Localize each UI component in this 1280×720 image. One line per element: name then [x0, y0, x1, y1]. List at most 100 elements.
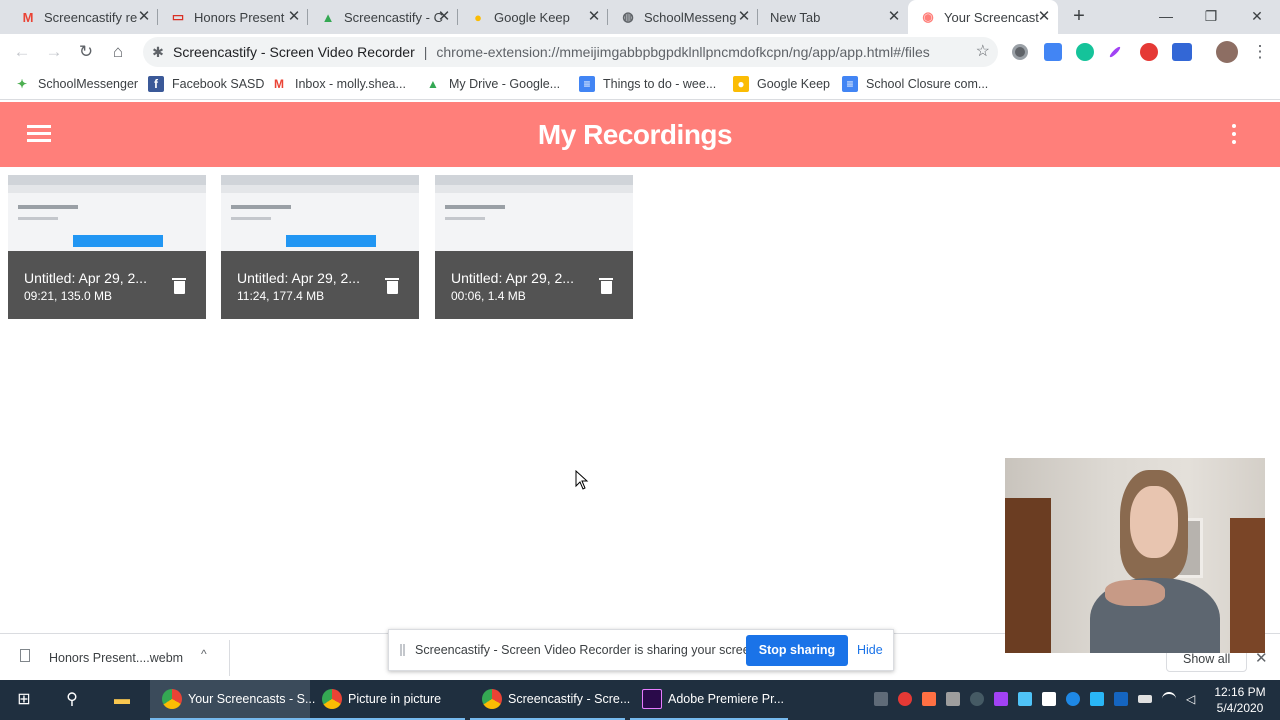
gmail-icon: M: [22, 9, 34, 25]
tray-app-icon[interactable]: [1090, 692, 1104, 706]
trash-icon[interactable]: [599, 278, 613, 294]
screencastify-ext-icon[interactable]: [1140, 43, 1158, 61]
windows-start-icon[interactable]: ⊞: [12, 688, 36, 712]
download-filename[interactable]: Honors Present....webm: [49, 651, 183, 665]
screencastify-tray-icon[interactable]: [898, 692, 912, 706]
browser-toolbar: ← → ↻ ⌂ ✱ Screencastify - Screen Video R…: [0, 34, 1280, 70]
timer-extension-icon[interactable]: [1172, 43, 1192, 61]
more-options-icon[interactable]: [1232, 124, 1238, 148]
taskbar-app-premiere[interactable]: Adobe Premiere Pr...: [630, 680, 788, 720]
recording-title: Untitled: Apr 29, 2...: [237, 270, 360, 286]
tab-new-tab[interactable]: New Tab ✕: [758, 0, 908, 34]
shield-icon[interactable]: [1018, 692, 1032, 706]
recording-card[interactable]: Untitled: Apr 29, 2... 00:06, 1.4 MB: [435, 175, 633, 319]
close-tab-icon[interactable]: ✕: [736, 9, 752, 25]
close-tab-icon[interactable]: ✕: [136, 9, 152, 25]
close-tab-icon[interactable]: ✕: [886, 9, 902, 25]
battery-icon[interactable]: [1138, 695, 1152, 703]
taskbar-app-screencastify[interactable]: Screencastify - Scre...: [470, 680, 630, 720]
tray-app-icon[interactable]: [1042, 692, 1056, 706]
window-close-button[interactable]: ✕: [1245, 4, 1269, 28]
bookmark-school-closure[interactable]: ≡ School Closure com...: [842, 76, 988, 92]
new-tab-button[interactable]: +: [1068, 5, 1090, 27]
taskbar-app-your-screencasts[interactable]: Your Screencasts - S...: [150, 680, 315, 720]
bookmark-label: Google Keep: [757, 77, 830, 91]
url-separator: |: [423, 44, 428, 60]
back-button[interactable]: ←: [10, 40, 34, 64]
restore-button[interactable]: ❐: [1199, 4, 1223, 28]
bookmark-label: School Closure com...: [866, 77, 989, 91]
home-button[interactable]: ⌂: [106, 40, 130, 64]
camera-icon[interactable]: [874, 692, 888, 706]
globe-icon: ◍: [622, 9, 634, 24]
tab-drive[interactable]: ▲ Screencastify - C ✕: [308, 0, 458, 34]
tab-your-screencasts[interactable]: ◉ Your Screencast ✕: [908, 0, 1058, 34]
tab-schoolmessenger[interactable]: ◍ SchoolMesseng ✕: [608, 0, 758, 34]
bookmark-star-icon[interactable]: ☆: [976, 41, 990, 61]
bookmark-label: SchoolMessenger: [38, 77, 139, 91]
recording-title: Untitled: Apr 29, 2...: [451, 270, 574, 286]
volume-icon[interactable]: ◁: [1186, 692, 1200, 706]
taskbar-app-label: Picture in picture: [348, 692, 442, 706]
drive-icon: ▲: [427, 77, 439, 91]
bluetooth-icon[interactable]: [1066, 692, 1080, 706]
schoolmessenger-icon: ✦: [16, 77, 28, 91]
wifi-icon[interactable]: [1162, 692, 1176, 706]
puzzle-icon: ✱: [152, 43, 164, 60]
tab-strip: M Screencastify re ✕ ▭ Honors Present ✕ …: [0, 0, 1280, 34]
bookmark-google-keep[interactable]: ● Google Keep: [733, 76, 830, 92]
mouse-pointer-icon: [575, 470, 589, 490]
address-bar[interactable]: ✱ Screencastify - Screen Video Recorder …: [143, 37, 998, 67]
taskbar-app-label: Your Screencasts - S...: [188, 692, 316, 706]
system-clock[interactable]: 12:16 PM 5/4/2020: [1208, 684, 1272, 716]
chrome-icon: [322, 689, 342, 709]
translate-icon[interactable]: [1044, 43, 1062, 61]
forward-button[interactable]: →: [42, 40, 66, 64]
drag-handle[interactable]: [400, 644, 405, 656]
reload-button[interactable]: ↻: [74, 40, 98, 64]
taskbar: ⊞ ⚲ ▬ Your Screencasts - S... Picture in…: [0, 680, 1280, 720]
bookmark-facebook[interactable]: f Facebook SASD: [148, 76, 264, 92]
bookmark-inbox[interactable]: M Inbox - molly.shea...: [271, 76, 406, 92]
file-icon: [20, 649, 30, 662]
pen-icon[interactable]: [1108, 45, 1122, 59]
tab-gmail[interactable]: M Screencastify re ✕: [8, 0, 158, 34]
tray-app-icon[interactable]: [922, 692, 936, 706]
bookmark-things-to-do[interactable]: ≡ Things to do - wee...: [579, 76, 716, 92]
close-tab-icon[interactable]: ✕: [1036, 9, 1052, 25]
close-tab-icon[interactable]: ✕: [286, 9, 302, 25]
recording-card[interactable]: Untitled: Apr 29, 2... 11:24, 177.4 MB: [221, 175, 419, 319]
tab-keep[interactable]: ● Google Keep ✕: [458, 0, 608, 34]
bookmark-my-drive[interactable]: ▲ My Drive - Google...: [425, 76, 560, 92]
stop-sharing-button[interactable]: Stop sharing: [746, 635, 848, 666]
tray-app-icon[interactable]: [946, 692, 960, 706]
bookmark-label: Facebook SASD: [172, 77, 265, 91]
extension-circle-icon[interactable]: [1012, 44, 1028, 60]
grammarly-icon[interactable]: [1076, 43, 1094, 61]
chevron-up-icon[interactable]: ^: [201, 647, 207, 661]
close-tab-icon[interactable]: ✕: [586, 9, 602, 25]
avatar[interactable]: [1216, 41, 1238, 63]
recording-meta: 11:24, 177.4 MB: [237, 289, 325, 303]
site-name: Screencastify - Screen Video Recorder: [173, 44, 415, 60]
close-tab-icon[interactable]: ✕: [436, 9, 452, 25]
recording-card[interactable]: Untitled: Apr 29, 2... 09:21, 135.0 MB: [8, 175, 206, 319]
taskbar-app-label: Screencastify - Scre...: [508, 692, 631, 706]
file-explorer-icon[interactable]: ▬: [110, 688, 134, 712]
bookmark-label: My Drive - Google...: [449, 77, 561, 91]
picture-in-picture-video[interactable]: [1005, 458, 1265, 653]
tray-app-icon[interactable]: [1114, 692, 1128, 706]
chrome-menu-icon[interactable]: ⋮: [1248, 40, 1272, 64]
hide-button[interactable]: Hide: [857, 643, 883, 657]
trash-icon[interactable]: [172, 278, 186, 294]
search-icon[interactable]: ⚲: [60, 688, 84, 712]
trash-icon[interactable]: [385, 278, 399, 294]
tray-app-icon[interactable]: [970, 692, 984, 706]
premiere-icon: [642, 689, 662, 709]
tab-slides[interactable]: ▭ Honors Present ✕: [158, 0, 308, 34]
gmail-icon: M: [274, 77, 284, 91]
minimize-button[interactable]: —: [1154, 4, 1178, 28]
pen-icon[interactable]: [994, 692, 1008, 706]
taskbar-app-picture-in-picture[interactable]: Picture in picture: [310, 680, 465, 720]
bookmark-schoolmessenger[interactable]: ✦ SchoolMessenger: [14, 76, 138, 92]
